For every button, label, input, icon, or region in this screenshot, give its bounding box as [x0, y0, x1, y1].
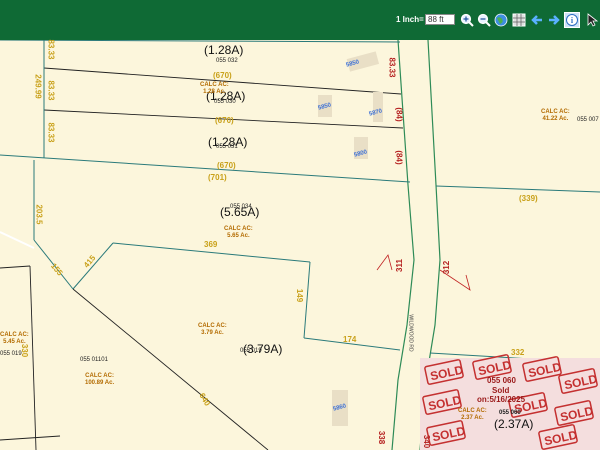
sold-parcel-id: 055 060: [487, 376, 516, 385]
zoom-out-icon[interactable]: [477, 13, 491, 27]
sold-date: on:5/16/2025: [477, 395, 526, 404]
calc-value: 41.22 Ac.: [542, 116, 569, 122]
parcel-map[interactable]: SOLD SOLD SOLD SOLD SOLD SOLD SOLD SOLD …: [0, 39, 600, 450]
calc-acreage: CALC AC: 5.65 Ac.: [224, 226, 253, 240]
dimension-label: (670): [217, 161, 236, 170]
calc-title: CALC AC:: [200, 82, 229, 88]
map-toolbar: 1 Inch= i: [0, 0, 600, 40]
dimension-label: 369: [204, 240, 218, 249]
dimension-label: 149: [295, 288, 305, 303]
parcel-id: 055 019: [240, 348, 262, 354]
calc-value: 2.37 Ac.: [461, 415, 484, 421]
calc-value: 100.89 Ac.: [85, 380, 115, 386]
calc-acreage: CALC AC: 41.22 Ac.: [541, 109, 570, 123]
dimension-label: 83.33: [46, 80, 56, 101]
dimension-label-red: 338: [377, 430, 387, 445]
grid-icon[interactable]: [512, 13, 526, 27]
parcel-id: 055 060: [499, 410, 521, 416]
parcel-id: 055 007: [577, 117, 599, 123]
calc-title: CALC AC:: [458, 408, 487, 414]
forward-arrow-icon[interactable]: [547, 13, 561, 27]
calc-acreage: CALC AC: 1.28 Ac.: [200, 82, 229, 96]
calc-title: CALC AC:: [541, 109, 570, 115]
dimension-label: (339): [519, 194, 538, 203]
calc-acreage: CALC AC: 5.45 Ac.: [0, 332, 29, 346]
dimension-label-red: (84): [394, 150, 404, 165]
calc-title: CALC AC:: [224, 226, 253, 232]
dimension-label-red: 311: [394, 259, 404, 272]
parcel-lines: [0, 40, 600, 450]
calc-value: 1.28 Ac.: [203, 89, 226, 95]
parcel-id: 055 031: [216, 144, 238, 150]
parcel-id: 055 030: [214, 99, 236, 105]
pointer-icon[interactable]: [585, 13, 599, 27]
dimension-label: 83.33: [46, 39, 56, 60]
info-icon[interactable]: i: [564, 12, 580, 28]
calc-title: CALC AC:: [85, 373, 114, 379]
calc-title: CALC AC:: [0, 332, 29, 338]
calc-acreage: CALC AC: 2.37 Ac.: [458, 408, 487, 422]
dimension-label: 83.33: [46, 122, 56, 143]
dimension-label: (670): [213, 71, 232, 80]
calc-title: CALC AC:: [198, 323, 227, 329]
acreage-label: (2.37A): [494, 417, 534, 431]
road-name: WILDWOOD RD: [407, 314, 414, 352]
calc-value: 5.45 Ac.: [3, 339, 26, 345]
parcel-id: 055 01101: [80, 357, 108, 363]
dimension-label-red: 83.33: [387, 57, 397, 78]
dimension-label-red: 340: [422, 434, 432, 449]
dimension-label: 203.5: [34, 204, 44, 225]
calc-acreage: CALC AC: 100.89 Ac.: [85, 373, 114, 387]
dimension-label: 174: [343, 335, 357, 344]
calc-acreage: CALC AC: 3.79 Ac.: [198, 323, 227, 337]
zoom-in-icon[interactable]: [460, 13, 474, 27]
dimension-label: (701): [208, 173, 227, 182]
globe-icon[interactable]: [494, 13, 508, 27]
scale-label: 1 Inch=: [396, 15, 424, 24]
calc-value: 5.65 Ac.: [227, 233, 250, 239]
parcel-id: 055 019: [0, 351, 22, 357]
scale-input[interactable]: [425, 14, 455, 25]
sold-status: Sold: [492, 386, 510, 395]
back-arrow-icon[interactable]: [530, 13, 544, 27]
acreage-label: (1.28A): [204, 43, 244, 57]
parcel-id: 055 034: [230, 204, 252, 210]
dimension-label-red: 312: [442, 260, 452, 275]
dimension-label: 332: [511, 348, 525, 357]
dimension-label-red: (84): [394, 107, 404, 122]
dimension-label: (670): [215, 116, 234, 125]
parcel-id: 055 032: [216, 58, 238, 64]
calc-value: 3.79 Ac.: [201, 330, 224, 336]
dimension-label: 249.99: [33, 74, 43, 99]
